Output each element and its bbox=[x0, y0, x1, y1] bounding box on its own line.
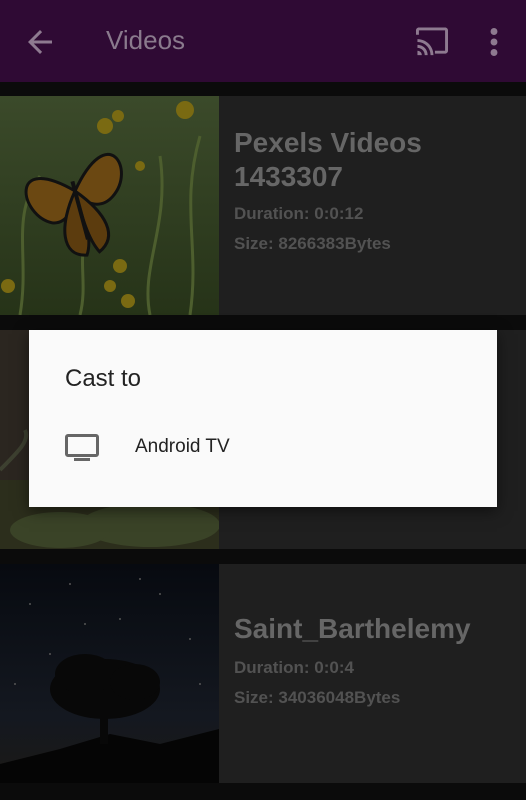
app-bar: Videos bbox=[0, 0, 526, 82]
video-size: Size: 8266383Bytes bbox=[234, 234, 391, 253]
arrow-left-icon[interactable] bbox=[22, 24, 58, 60]
video-title: 1433307 bbox=[234, 161, 344, 192]
video-title: Saint_Barthelemy bbox=[234, 613, 471, 644]
video-card[interactable]: Pexels Videos 1433307 Duration: 0:0:12 S… bbox=[0, 96, 526, 315]
video-duration: Duration: 0:0:12 bbox=[234, 204, 364, 223]
video-title: Pexels Videos bbox=[234, 127, 422, 158]
dialog-title: Cast to bbox=[65, 365, 142, 392]
cast-dialog: Cast to Android TV bbox=[29, 330, 497, 507]
video-thumbnail bbox=[0, 96, 219, 315]
video-card[interactable]: Saint_Barthelemy Duration: 0:0:4 Size: 3… bbox=[0, 564, 526, 783]
video-duration: Duration: 0:0:4 bbox=[234, 658, 354, 677]
route-label: Android TV bbox=[135, 436, 230, 457]
page-title: Videos bbox=[106, 25, 186, 55]
tv-icon bbox=[65, 434, 99, 461]
video-thumbnail bbox=[0, 564, 219, 783]
video-size: Size: 34036048Bytes bbox=[234, 688, 401, 707]
cast-route-android-tv[interactable]: Android TV bbox=[29, 422, 497, 474]
cast-icon[interactable] bbox=[414, 26, 450, 58]
more-vert-icon[interactable] bbox=[482, 24, 506, 60]
